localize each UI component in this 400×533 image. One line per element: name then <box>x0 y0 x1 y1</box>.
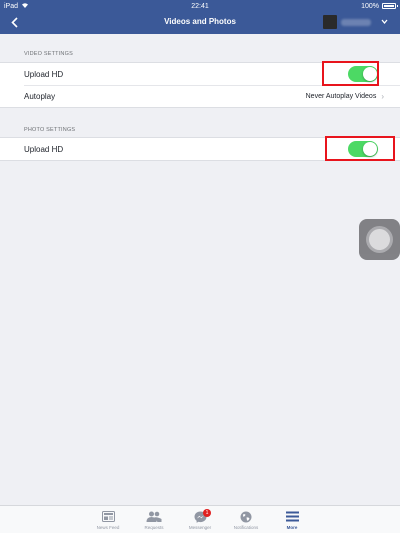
status-left: iPad <box>4 2 29 10</box>
photo-settings-header: PHOTO SETTINGS <box>24 127 76 133</box>
tab-label: Requests <box>144 525 164 530</box>
video-upload-hd-row: Upload HD <box>0 63 400 85</box>
autoplay-row[interactable]: Autoplay Never Autoplay Videos › <box>0 85 400 107</box>
globe-icon <box>240 510 252 523</box>
menu-icon <box>285 510 299 523</box>
photo-upload-hd-label: Upload HD <box>24 144 64 154</box>
video-settings-header: VIDEO SETTINGS <box>24 51 73 57</box>
toggle-knob <box>363 142 377 156</box>
photo-upload-hd-toggle[interactable] <box>348 141 378 157</box>
tab-label: Notifications <box>233 525 259 530</box>
tab-label: Messenger <box>188 525 212 530</box>
tab-notifications[interactable]: Notifications <box>223 506 269 533</box>
tab-messenger[interactable]: 1 Messenger <box>177 506 223 533</box>
assistive-touch-button[interactable] <box>359 219 400 260</box>
video-upload-hd-toggle[interactable] <box>348 66 378 82</box>
chevron-down-icon <box>381 19 388 26</box>
battery-icon <box>382 3 398 9</box>
friend-requests-icon <box>146 510 162 523</box>
video-upload-hd-label: Upload HD <box>24 69 64 79</box>
toggle-knob <box>363 67 377 81</box>
messenger-badge: 1 <box>203 509 211 517</box>
video-settings-group: Upload HD Autoplay Never Autoplay Videos… <box>0 62 400 108</box>
profile-switcher[interactable] <box>323 15 388 29</box>
status-bar: iPad 22:41 100% <box>0 0 400 12</box>
navigation-bar: Videos and Photos <box>0 12 400 34</box>
autoplay-value: Never Autoplay Videos › <box>306 92 384 101</box>
assistive-touch-icon <box>369 229 390 250</box>
profile-name-redacted <box>341 18 371 26</box>
wifi-icon <box>21 2 29 10</box>
status-right: 100% <box>361 2 398 10</box>
tab-label: News Feed <box>96 525 120 530</box>
autoplay-label: Autoplay <box>24 91 56 101</box>
tab-news-feed[interactable]: News Feed <box>85 506 131 533</box>
clock: 22:41 <box>191 2 209 10</box>
photo-settings-group: Upload HD <box>0 137 400 161</box>
chevron-right-icon: › <box>381 91 384 101</box>
battery-percent: 100% <box>361 2 379 10</box>
news-feed-icon <box>101 510 115 523</box>
tab-more[interactable]: More <box>269 506 315 533</box>
avatar <box>323 15 337 29</box>
tab-label: More <box>286 525 298 530</box>
autoplay-value-text: Never Autoplay Videos <box>305 92 377 100</box>
tab-bar: News Feed Requests 1 Messenger Notificat… <box>0 505 400 533</box>
photo-upload-hd-row: Upload HD <box>0 138 400 160</box>
tab-requests[interactable]: Requests <box>131 506 177 533</box>
device-name: iPad <box>4 2 19 10</box>
